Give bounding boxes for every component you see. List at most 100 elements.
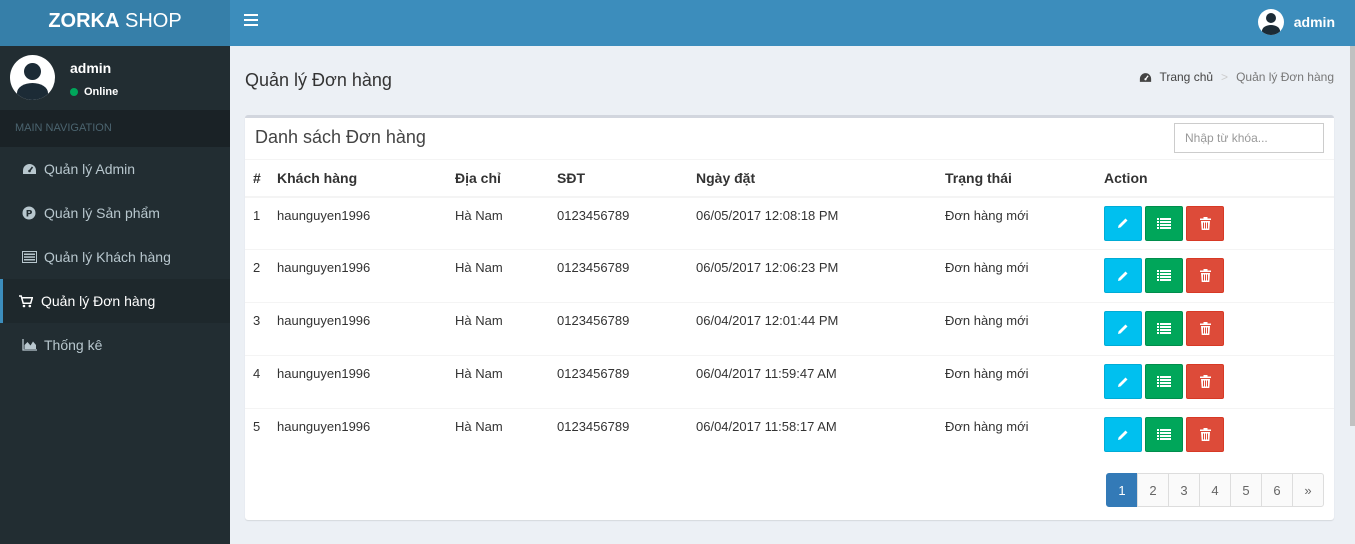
page-button[interactable]: 1 [1106,473,1138,507]
cell-actions [1096,249,1334,303]
column-header: Ngày đặt [688,159,937,198]
pencil-icon [1117,429,1129,441]
cell-phone: 0123456789 [549,196,688,250]
table-header-row: # Khách hàng Địa chỉ SĐT Ngày đặt Trạng … [245,159,1334,198]
delete-button[interactable] [1186,364,1224,399]
page-button[interactable]: 6 [1261,473,1293,507]
trash-icon [1199,375,1211,388]
table-row: 3 haunguyen1996 Hà Nam 0123456789 06/04/2017… [245,302,1334,356]
details-button[interactable] [1145,258,1183,293]
list-icon [1157,270,1171,281]
column-header: Trạng thái [937,159,1096,198]
cell-actions [1096,355,1334,409]
sidebar-item-products[interactable]: P Quản lý Sản phẩm [0,191,230,235]
page-button[interactable]: 2 [1137,473,1169,507]
edit-button[interactable] [1104,258,1142,293]
orders-table: # Khách hàng Địa chỉ SĐT Ngày đặt Trạng … [245,159,1334,462]
cell-actions [1096,302,1334,356]
edit-button[interactable] [1104,417,1142,452]
edit-button[interactable] [1104,205,1142,241]
cell-status: Đơn hàng mới [937,302,1096,356]
pencil-icon [1117,376,1129,388]
breadcrumb-home[interactable]: Trang chủ [1139,70,1213,84]
sidebar-item-customers[interactable]: Quản lý Khách hàng [0,235,230,279]
pencil-icon [1117,270,1129,282]
details-button[interactable] [1145,417,1183,452]
cell-customer: haunguyen1996 [269,196,447,250]
user-menu[interactable]: admin [1257,9,1335,35]
column-header: # [245,159,269,198]
product-p-icon: P [21,206,37,220]
box-title: Danh sách Đơn hàng [255,127,426,147]
sidebar-user-name: admin [70,60,112,76]
cell-status: Đơn hàng mới [937,355,1096,409]
scrollbar[interactable] [1350,46,1355,426]
delete-button[interactable] [1186,417,1224,452]
area-chart-icon [21,338,37,352]
sidebar-item-orders[interactable]: Quản lý Đơn hàng [0,279,230,323]
cell-phone: 0123456789 [549,302,688,356]
cart-icon [18,294,34,308]
list-icon [1157,429,1171,440]
page-button[interactable]: 5 [1230,473,1262,507]
page-button[interactable]: 4 [1199,473,1231,507]
table-row: 1 haunguyen1996 Hà Nam 0123456789 06/05/2017… [245,196,1334,250]
cell-actions [1096,196,1334,250]
cell-address: Hà Nam [447,196,549,250]
breadcrumb: Trang chủ > Quản lý Đơn hàng [1139,70,1334,84]
cell-customer: haunguyen1996 [269,249,447,303]
breadcrumb-separator: > [1221,70,1229,84]
pencil-icon [1117,323,1129,335]
details-button[interactable] [1145,311,1183,346]
cell-status: Đơn hàng mới [937,196,1096,250]
page-button[interactable]: 3 [1168,473,1200,507]
details-button[interactable] [1145,364,1183,399]
cell-id: 2 [245,249,269,303]
pagination: 1 2 3 4 5 6» [1106,473,1324,507]
cell-id: 3 [245,302,269,356]
search-input[interactable] [1174,123,1324,153]
online-dot-icon [70,88,78,96]
delete-button[interactable] [1186,258,1224,293]
delete-button[interactable] [1186,311,1224,346]
cell-id: 5 [245,408,269,462]
trash-icon [1199,216,1211,230]
brand-light: SHOP [119,10,182,32]
cell-phone: 0123456789 [549,249,688,303]
sidebar: admin Online MAIN NAVIGATION Quản lý Adm… [0,46,230,544]
cell-date: 06/05/2017 12:08:18 PM [688,196,937,250]
list-icon [1157,376,1171,387]
pencil-icon [1117,217,1129,229]
sidebar-item-label: Quản lý Đơn hàng [41,293,156,309]
cell-phone: 0123456789 [549,408,688,462]
menu-toggle-icon[interactable] [244,14,258,28]
brand-logo[interactable]: ZORKA SHOP [0,0,230,46]
table-row: 4 haunguyen1996 Hà Nam 0123456789 06/04/2017… [245,355,1334,409]
sidebar-item-admin[interactable]: Quản lý Admin [0,147,230,191]
cell-status: Đơn hàng mới [937,249,1096,303]
cell-date: 06/04/2017 11:59:47 AM [688,355,937,409]
table-row: 2 haunguyen1996 Hà Nam 0123456789 06/05/2017… [245,249,1334,303]
list-icon [1157,323,1171,334]
edit-button[interactable] [1104,311,1142,346]
breadcrumb-current: Quản lý Đơn hàng [1236,70,1334,84]
list-icon [21,250,37,264]
column-header: Địa chỉ [447,159,549,198]
sidebar-item-stats[interactable]: Thống kê [0,323,230,367]
cell-phone: 0123456789 [549,355,688,409]
delete-button[interactable] [1186,205,1224,241]
cell-address: Hà Nam [447,302,549,356]
nav-header: MAIN NAVIGATION [0,110,230,147]
details-button[interactable] [1145,205,1183,241]
cell-customer: haunguyen1996 [269,302,447,356]
cell-customer: haunguyen1996 [269,408,447,462]
next-page-button[interactable]: » [1292,473,1324,507]
edit-button[interactable] [1104,364,1142,399]
cell-status: Đơn hàng mới [937,408,1096,462]
cell-address: Hà Nam [447,408,549,462]
trash-icon [1199,428,1211,441]
cell-address: Hà Nam [447,355,549,409]
cell-date: 06/04/2017 11:58:17 AM [688,408,937,462]
sidebar-item-label: Thống kê [44,337,103,353]
cell-actions [1096,408,1334,462]
